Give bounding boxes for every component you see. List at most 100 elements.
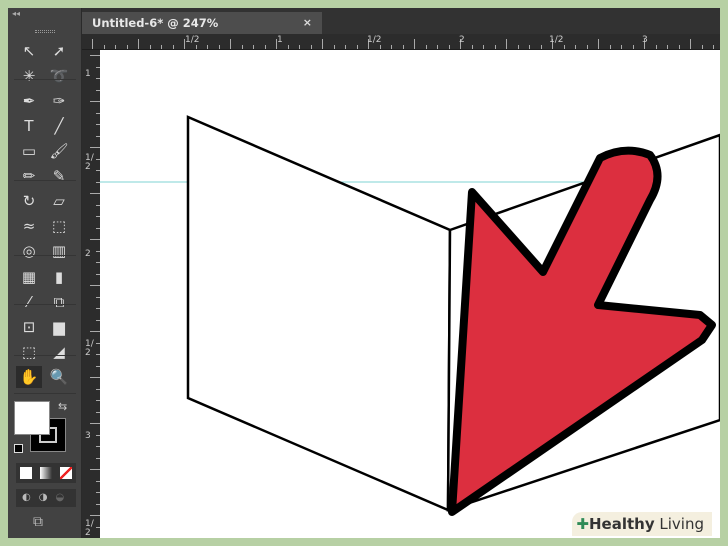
- mesh-tool-icon[interactable]: ▦: [16, 266, 42, 288]
- slice-tool-icon[interactable]: ◢: [46, 341, 72, 363]
- color-button[interactable]: [20, 467, 32, 479]
- box-left-face[interactable]: [186, 115, 452, 512]
- ruler-tick: [92, 39, 93, 49]
- ruler-tick: [149, 45, 151, 49]
- ruler-tick: [90, 469, 100, 470]
- warp-tool-icon[interactable]: ≈: [16, 215, 42, 237]
- blob-brush-tool-icon[interactable]: ✎: [46, 165, 72, 187]
- ruler-tick: [506, 39, 507, 49]
- blend-tool-icon[interactable]: ⧉: [46, 291, 72, 313]
- ruler-tick: [632, 45, 634, 49]
- collapse-panel-button[interactable]: ◂◂: [12, 9, 20, 18]
- hand-tool-icon[interactable]: ✋: [16, 366, 42, 388]
- ruler-label: 2: [459, 35, 465, 45]
- ruler-tick: [425, 45, 427, 49]
- selection-tool-icon[interactable]: ↖: [16, 40, 42, 62]
- ruler-tick: [517, 45, 519, 49]
- perspective-grid-box-tool-icon[interactable]: ⬚: [46, 215, 72, 237]
- symbol-sprayer-tool-icon[interactable]: ⊡: [16, 316, 42, 338]
- swap-colors-icon[interactable]: ⇆: [58, 400, 67, 413]
- ruler-tick: [90, 423, 100, 424]
- ruler-tick: [414, 39, 415, 49]
- ruler-tick: [345, 45, 346, 49]
- document-tab[interactable]: Untitled-6* @ 247% (CMYK/Preview) ×: [82, 12, 322, 52]
- tool-group-divider: [14, 79, 76, 80]
- tool-group-divider: [14, 304, 76, 305]
- ruler-tick: [655, 45, 657, 49]
- ruler-tick: [471, 45, 473, 49]
- horizontal-ruler[interactable]: 1/2 1 1/2 2 1/2 3: [82, 34, 720, 50]
- ruler-tick: [598, 39, 599, 49]
- draw-mode-group: ◐ ◑ ◒: [16, 489, 76, 507]
- paintbrush-tool-icon[interactable]: 🖌: [46, 140, 72, 162]
- ruler-label: 1/2: [367, 35, 382, 45]
- screen-mode-icon[interactable]: ⧉: [33, 514, 43, 530]
- ruler-tick: [90, 101, 100, 102]
- line-segment-tool-icon[interactable]: ╱: [46, 115, 72, 137]
- ruler-label: 1/2: [185, 35, 200, 45]
- ruler-tick: [701, 45, 703, 49]
- ruler-tick: [322, 39, 323, 49]
- ruler-tick: [90, 55, 100, 56]
- default-colors-icon[interactable]: [14, 444, 23, 453]
- illustrator-window: ◂◂ ↖ ➚ ✳ ➰ ✒ ✑ T ╱ ▭ 🖌 ✏ ✎ ↻ ▱ ≈ ⬚ ◎ ▥ ▦ ▮ ⁄ ⧉ ⊡ ▆ ⬚ ◢ ✋ 🔍 ⇆ ◐ ◑ ◒ ⧉ …: [8, 8, 720, 538]
- ruler-tick: [379, 45, 381, 49]
- ruler-tick: [667, 45, 668, 49]
- ruler-tick: [483, 45, 484, 49]
- ruler-tick: [230, 39, 231, 49]
- ruler-tick: [172, 45, 174, 49]
- watermark-light: Living: [654, 515, 704, 533]
- ruler-tick: [103, 45, 105, 49]
- column-graph-tool-icon[interactable]: ▆: [46, 316, 72, 338]
- ruler-tick: [448, 45, 450, 49]
- rectangle-tool-icon[interactable]: ▭: [16, 140, 42, 162]
- ruler-tick: [356, 45, 358, 49]
- gradient-button[interactable]: [40, 467, 52, 479]
- type-tool-icon[interactable]: T: [16, 115, 42, 137]
- gradient-tool-icon[interactable]: ▮: [46, 266, 72, 288]
- ruler-tick: [195, 45, 197, 49]
- ruler-label: 1/2: [85, 519, 94, 538]
- direct-selection-tool-icon[interactable]: ➚: [46, 40, 72, 62]
- ruler-tick: [586, 45, 588, 49]
- artboard-tool-icon[interactable]: ⬚: [16, 341, 42, 363]
- ruler-tick: [575, 45, 576, 49]
- pencil-tool-icon[interactable]: ✏: [16, 165, 42, 187]
- free-transform-tool-icon[interactable]: ▱: [46, 190, 72, 212]
- ruler-label: 1: [277, 35, 283, 45]
- eyedropper-tool-icon[interactable]: ⁄: [16, 291, 42, 313]
- rotate-tool-icon[interactable]: ↻: [16, 190, 42, 212]
- ruler-tick: [115, 45, 116, 49]
- close-tab-icon[interactable]: ×: [303, 12, 312, 34]
- ruler-tick: [563, 45, 565, 49]
- draw-inside-icon[interactable]: ◒: [55, 492, 64, 503]
- color-mode-group: [16, 463, 76, 483]
- vertical-ruler[interactable]: 1 1/2 2 1/2 3 1/2: [82, 50, 100, 538]
- ruler-label: 1/2: [549, 35, 564, 45]
- ruler-tick: [138, 39, 139, 49]
- magic-wand-tool-icon[interactable]: ✳: [16, 65, 42, 87]
- ruler-tick: [218, 45, 220, 49]
- ruler-label: 3: [85, 431, 91, 441]
- pen-tool-icon[interactable]: ✒: [16, 90, 42, 112]
- ruler-tick: [126, 45, 128, 49]
- curvature-tool-icon[interactable]: ✑: [46, 90, 72, 112]
- document-tab-bar: Untitled-6* @ 247% (CMYK/Preview) ×: [82, 8, 720, 52]
- lasso-tool-icon[interactable]: ➰: [46, 65, 72, 87]
- ruler-tick: [90, 331, 100, 332]
- draw-normal-icon[interactable]: ◐: [22, 492, 31, 503]
- panel-grip[interactable]: [35, 30, 55, 33]
- ruler-tick: [299, 45, 300, 49]
- ruler-label: 3: [642, 35, 648, 45]
- none-button[interactable]: [60, 467, 72, 479]
- artboard-canvas[interactable]: ✚Healthy Living: [100, 50, 720, 538]
- shape-builder-tool-icon[interactable]: ◎: [16, 240, 42, 262]
- fill-swatch[interactable]: [14, 401, 50, 435]
- tool-group-divider: [14, 180, 76, 181]
- ruler-label: 2: [85, 249, 91, 259]
- ruler-tick: [90, 515, 100, 516]
- draw-behind-icon[interactable]: ◑: [39, 492, 48, 503]
- perspective-grid-tool-icon[interactable]: ▥: [46, 240, 72, 262]
- ruler-tick: [90, 377, 100, 378]
- zoom-tool-icon[interactable]: 🔍: [46, 366, 72, 388]
